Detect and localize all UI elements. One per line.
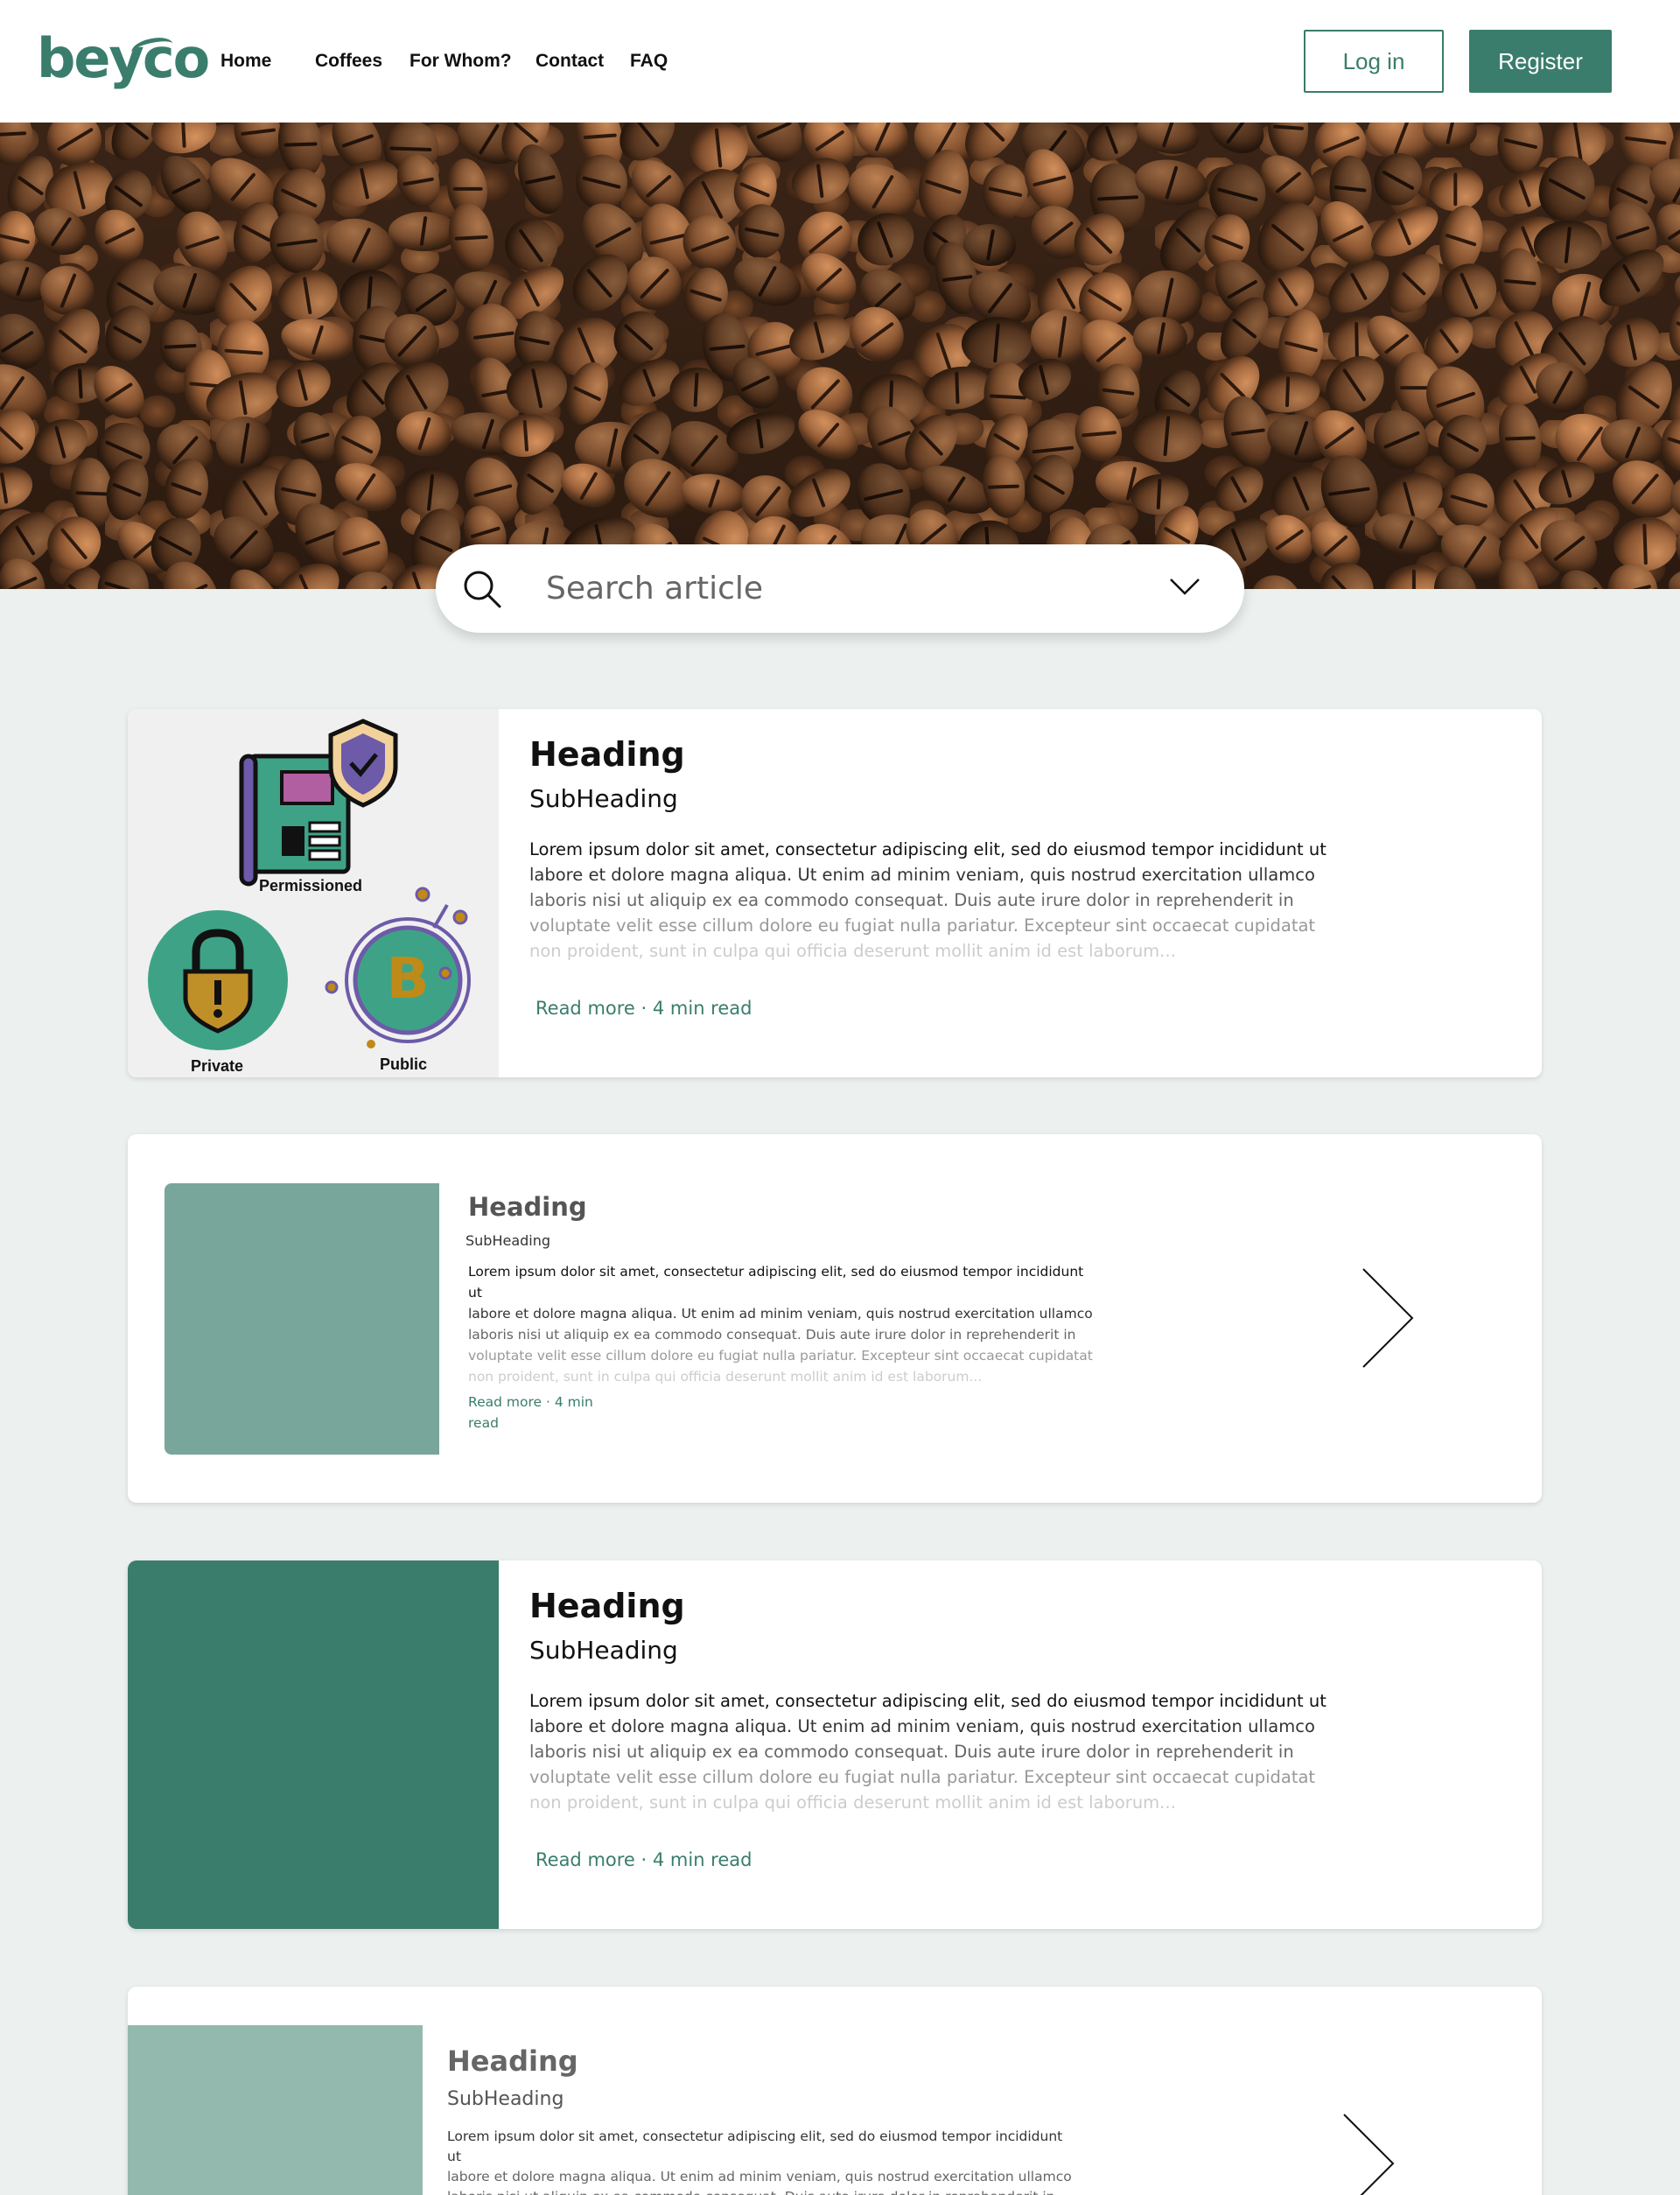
coffee-bean	[1439, 470, 1499, 532]
article-excerpt: Lorem ipsum dolor sit amet, consectetur …	[468, 1261, 1098, 1387]
excerpt-line: Lorem ipsum dolor sit amet, consectetur …	[529, 839, 1326, 859]
coffee-bean	[319, 209, 402, 280]
coffee-bean	[0, 208, 38, 266]
hero-coffee-beans-image	[0, 123, 1680, 589]
label-public: Public	[380, 1055, 428, 1073]
excerpt-line: Lorem ipsum dolor sit amet, consectetur …	[468, 1264, 1084, 1301]
read-more-label[interactable]: Read more	[536, 1849, 635, 1870]
coffee-bean	[1667, 565, 1680, 589]
nav-home[interactable]: Home	[220, 51, 271, 72]
excerpt-line: non proident, sunt in culpa qui officia …	[529, 941, 1176, 961]
coffee-bean	[147, 123, 221, 159]
coffee-bean	[780, 459, 858, 527]
site-header: beyco Home Coffees For Whom? Contact FAQ…	[0, 0, 1680, 123]
coffee-bean	[1130, 408, 1205, 465]
coffee-bean	[1240, 566, 1312, 589]
article-card[interactable]: Heading SubHeading Lorem ipsum dolor sit…	[128, 1987, 1542, 2195]
article-subheading: SubHeading	[529, 1636, 678, 1665]
read-time: 4 min	[554, 1394, 593, 1410]
coffee-bean	[847, 202, 924, 276]
chevron-down-icon[interactable]	[1169, 576, 1200, 597]
article-subheading: SubHeading	[466, 1232, 551, 1249]
article-image-placeholder	[164, 1183, 439, 1455]
excerpt-line: labore et dolore magna aliqua. Ut enim a…	[529, 865, 1315, 885]
article-heading[interactable]: Heading	[529, 1587, 685, 1625]
article-image-placeholder	[128, 2025, 423, 2195]
article-image-placeholder	[128, 1560, 499, 1929]
article-card[interactable]: Heading SubHeading Lorem ipsum dolor sit…	[128, 1134, 1542, 1503]
search-input[interactable]	[546, 565, 1124, 611]
excerpt-line: voluptate velit esse cillum dolore eu fu…	[468, 1348, 1093, 1364]
coffee-bean	[980, 162, 1030, 221]
coffee-bean	[677, 469, 750, 520]
coffee-bean	[1132, 123, 1203, 159]
nav-for-whom[interactable]: For Whom?	[410, 51, 512, 72]
article-card[interactable]: Heading SubHeading Lorem ipsum dolor sit…	[128, 1560, 1542, 1929]
read-time: 4 min read	[652, 1849, 752, 1870]
excerpt-line: Lorem ipsum dolor sit amet, consectetur …	[447, 2128, 1063, 2164]
read-more-link[interactable]: Read more · 4 min read	[468, 1392, 593, 1434]
article-heading[interactable]: Heading	[529, 735, 685, 774]
excerpt-line: non proident, sunt in culpa qui officia …	[529, 1792, 1176, 1813]
excerpt-line: labore et dolore magna aliqua. Ut enim a…	[529, 1716, 1315, 1736]
article-card[interactable]: B Permissioned Private Public Heading Su…	[128, 709, 1542, 1077]
excerpt-line: laboris nisi ut aliquip ex ea commodo co…	[529, 890, 1294, 910]
coffee-bean	[270, 354, 338, 416]
nav-contact[interactable]: Contact	[536, 51, 604, 72]
coffee-bean	[1533, 219, 1604, 270]
label-private: Private	[191, 1057, 244, 1075]
excerpt-line: laboris nisi ut aliquip ex ea commodo co…	[529, 1742, 1294, 1762]
article-illustration: B Permissioned Private Public	[128, 709, 499, 1077]
register-button[interactable]: Register	[1469, 30, 1612, 93]
coffee-bean	[0, 460, 38, 516]
coffee-bean	[1495, 123, 1546, 177]
coffee-bean	[850, 123, 914, 165]
article-excerpt: Lorem ipsum dolor sit amet, consectetur …	[447, 2127, 1077, 2195]
coffee-bean	[960, 315, 1034, 371]
nav-coffees[interactable]: Coffees	[315, 51, 382, 72]
search-icon[interactable]	[462, 569, 502, 609]
label-permissioned: Permissioned	[259, 877, 363, 894]
article-excerpt: Lorem ipsum dolor sit amet, consectetur …	[529, 837, 1334, 964]
coffee-bean	[388, 211, 458, 251]
coffee-bean	[1662, 293, 1680, 363]
excerpt-line: laboris nisi ut aliquip ex ea commodo co…	[468, 1327, 1076, 1343]
article-subheading: SubHeading	[447, 2088, 564, 2110]
coffee-bean	[1200, 123, 1272, 163]
excerpt-line: laboris nisi ut aliquip ex ea commodo co…	[447, 2187, 1077, 2195]
nav-faq[interactable]: FAQ	[630, 51, 668, 72]
read-more-link[interactable]: Read more · 4 min read	[536, 998, 752, 1019]
read-more-link[interactable]: Read more · 4 min read	[536, 1849, 752, 1870]
coffee-bean	[443, 199, 500, 276]
login-button[interactable]: Log in	[1304, 30, 1444, 93]
article-heading[interactable]: Heading	[468, 1192, 587, 1222]
coffee-bean	[1493, 399, 1546, 476]
read-time-suffix: read	[468, 1415, 499, 1431]
excerpt-line: non proident, sunt in culpa qui officia …	[468, 1369, 983, 1385]
read-more-label[interactable]: Read more	[468, 1394, 542, 1410]
article-subheading: SubHeading	[529, 784, 678, 813]
read-more-label[interactable]: Read more	[536, 998, 635, 1019]
excerpt-line: voluptate velit esse cillum dolore eu fu…	[529, 1767, 1316, 1787]
excerpt-line: Lorem ipsum dolor sit amet, consectetur …	[529, 1691, 1326, 1711]
coffee-bean	[215, 416, 273, 471]
coffee-bean	[726, 248, 808, 316]
excerpt-line: labore et dolore magna aliqua. Ut enim a…	[447, 2169, 1072, 2184]
coffee-bean	[737, 202, 787, 260]
search-bar[interactable]	[436, 544, 1244, 633]
article-excerpt: Lorem ipsum dolor sit amet, consectetur …	[529, 1688, 1334, 1815]
chevron-right-icon[interactable]	[1342, 2113, 1396, 2195]
excerpt-line: voluptate velit esse cillum dolore eu fu…	[529, 915, 1316, 936]
chevron-right-icon[interactable]	[1362, 1267, 1416, 1369]
excerpt-line: labore et dolore magna aliqua. Ut enim a…	[468, 1306, 1093, 1322]
read-time: 4 min read	[652, 998, 752, 1019]
article-heading[interactable]: Heading	[447, 2044, 578, 2078]
svg-text:B: B	[387, 947, 430, 1012]
coffee-bean	[1363, 195, 1447, 267]
logo[interactable]: beyco	[37, 26, 210, 90]
coffee-bean	[1205, 456, 1272, 521]
coffee-bean	[277, 313, 358, 367]
